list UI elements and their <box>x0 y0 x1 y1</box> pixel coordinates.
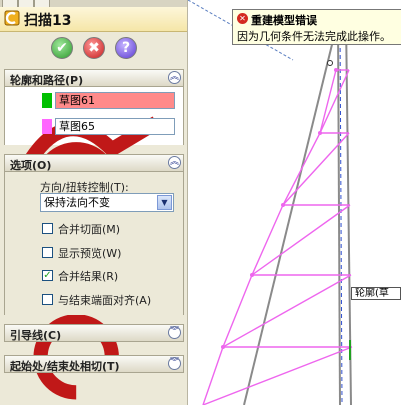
rebuild-error-tooltip: ✕ 重建模型错误 因为几何条件无法完成此操作。 <box>232 9 401 45</box>
sweep-preview-graphic <box>188 0 353 405</box>
path-field[interactable]: 草图65 <box>55 118 175 135</box>
show-preview-checkbox[interactable] <box>42 247 53 258</box>
section-label: 引导线(C) <box>10 329 62 342</box>
property-manager-panel: 扫描13 ✔ ✖ ? 轮廓和路径(P) ︽ 草图61 草图65 选项(O) ︽ … <box>0 0 188 405</box>
graphics-viewport[interactable] <box>188 0 401 405</box>
section-start-end-tangency-header[interactable]: 起始处/结束处相切(T) ︾ <box>4 355 184 373</box>
merge-tangent-faces-checkbox[interactable] <box>42 223 53 234</box>
chevron-down-icon[interactable]: ▼ <box>157 195 172 210</box>
profile-field[interactable]: 草图61 <box>55 92 175 109</box>
error-message: 因为几何条件无法完成此操作。 <box>237 30 391 43</box>
section-label: 选项(O) <box>10 159 52 172</box>
cancel-button[interactable]: ✖ <box>83 37 105 59</box>
orientation-dropdown[interactable]: 保持法向不变 ▼ <box>40 193 174 212</box>
error-icon: ✕ <box>237 13 248 24</box>
orientation-value: 保持法向不变 <box>44 196 110 209</box>
feature-titlebar: 扫描13 <box>0 7 187 32</box>
checkbox-label: 与结束端面对齐(A) <box>58 294 152 307</box>
section-options-header[interactable]: 选项(O) ︽ <box>4 154 184 172</box>
section-profile-path-body: 草图61 草图65 <box>4 87 184 400</box>
section-label: 起始处/结束处相切(T) <box>10 360 120 373</box>
profile-color-swatch <box>42 93 52 108</box>
path-color-swatch <box>42 119 52 134</box>
section-guide-curves-header[interactable]: 引导线(C) ︾ <box>4 324 184 342</box>
collapse-up-icon[interactable]: ︽ <box>168 156 181 169</box>
manager-tabs <box>0 0 187 8</box>
checkbox-label: 显示预览(W) <box>58 247 122 260</box>
section-profile-path-header[interactable]: 轮廓和路径(P) ︽ <box>4 69 184 87</box>
checkbox-label: 合并切面(M) <box>58 223 121 236</box>
checkbox-label: 合并结果(R) <box>58 270 119 283</box>
profile-callout-label[interactable]: 轮廓(草 <box>351 287 401 300</box>
error-title: 重建模型错误 <box>251 14 317 27</box>
help-button[interactable]: ? <box>115 37 137 59</box>
align-with-end-faces-checkbox[interactable] <box>42 294 53 305</box>
sweep-feature-icon <box>4 10 20 26</box>
feature-title: 扫描13 <box>24 13 72 29</box>
section-label: 轮廓和路径(P) <box>10 74 84 87</box>
expand-down-icon[interactable]: ︾ <box>168 326 181 339</box>
collapse-up-icon[interactable]: ︽ <box>168 71 181 84</box>
merge-result-checkbox[interactable]: ✓ <box>42 270 53 281</box>
expand-down-icon[interactable]: ︾ <box>168 357 181 370</box>
ok-button[interactable]: ✔ <box>51 37 73 59</box>
